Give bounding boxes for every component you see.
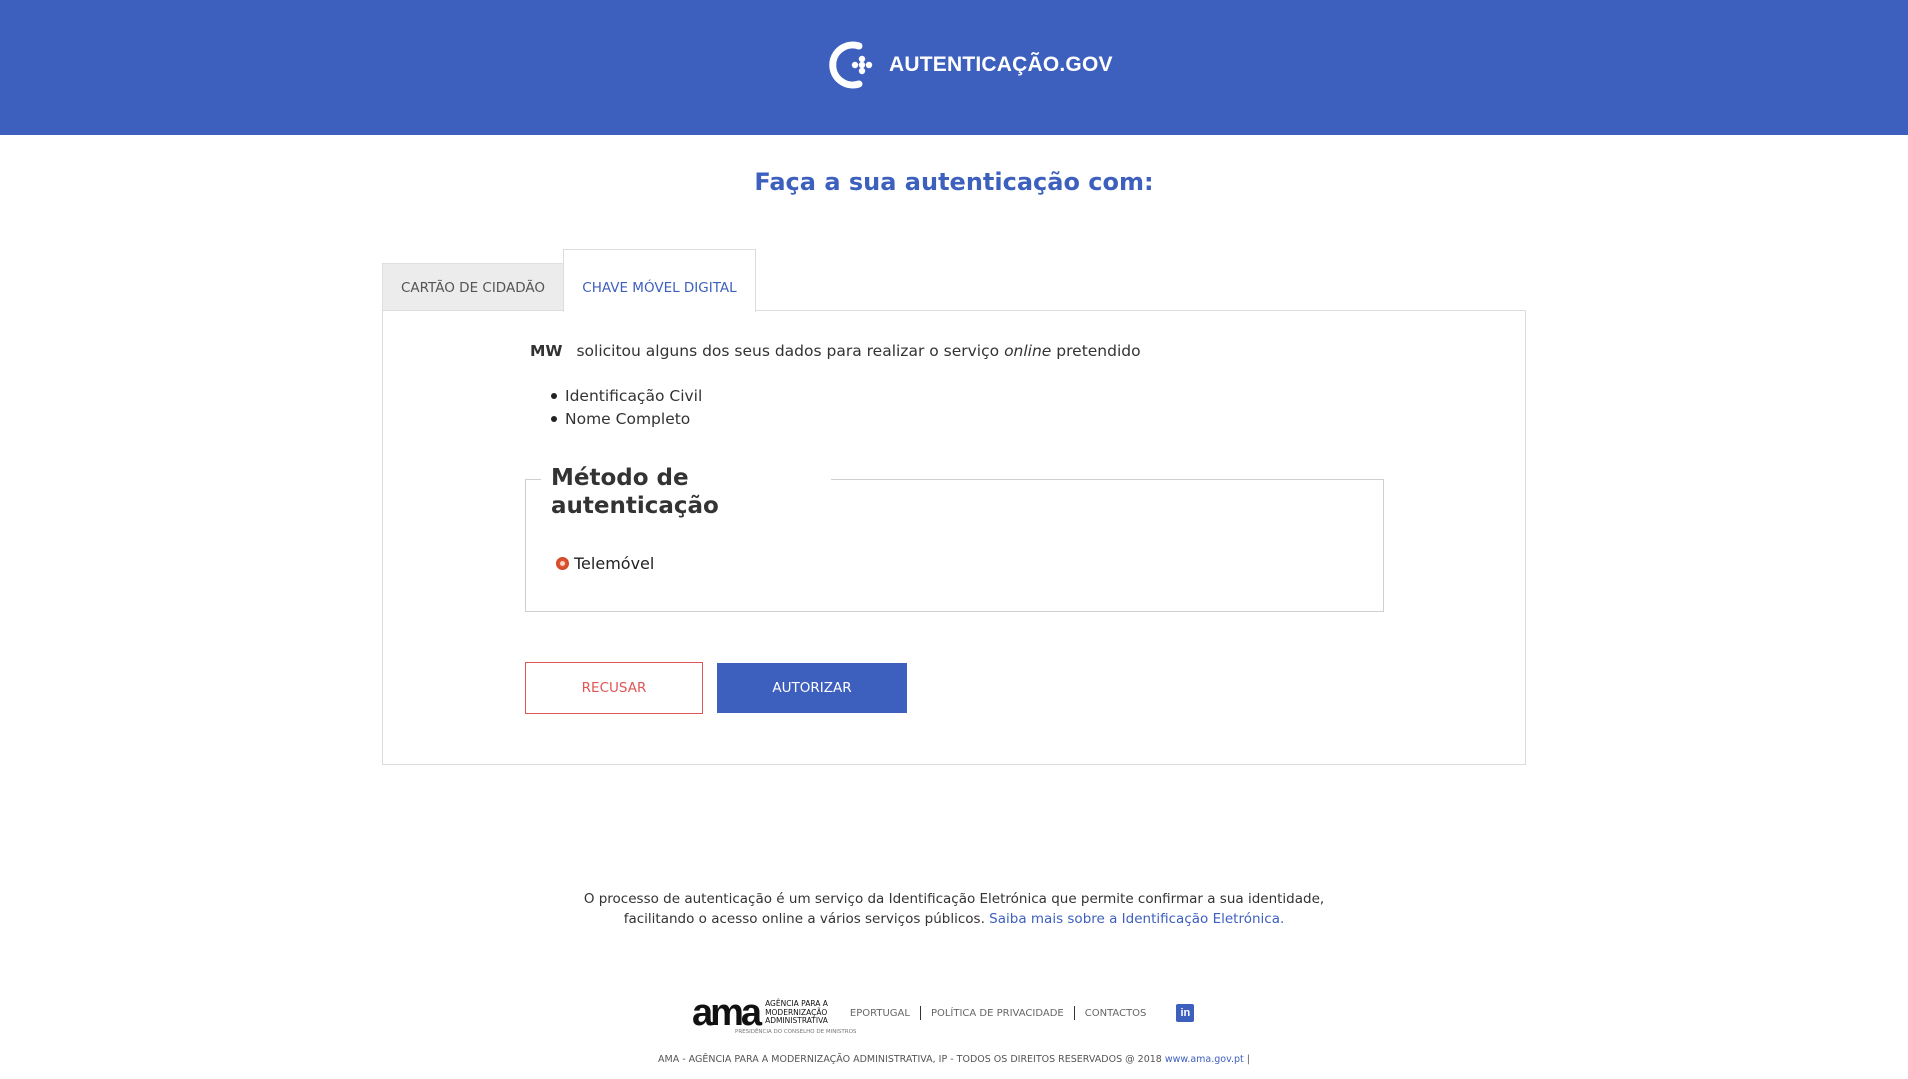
separator — [1073, 1006, 1075, 1020]
requested-data-list: Identificação Civil Nome Completo — [550, 385, 702, 431]
linkedin-icon-label: in — [1180, 1007, 1191, 1019]
top-header: AUTENTICAÇÃO.GOV — [0, 0, 1908, 135]
list-item: Identificação Civil — [550, 385, 702, 408]
radio-label: Telemóvel — [574, 554, 655, 573]
refuse-button[interactable]: RECUSAR — [525, 662, 703, 714]
refuse-button-label: RECUSAR — [581, 680, 647, 696]
ama-logo[interactable]: ama AGÊNCIA PARA A MODERNIZAÇÃO ADMINIST… — [692, 992, 856, 1035]
auth-method-legend: Método de autenticação — [541, 464, 831, 520]
ama-text-line: ADMINISTRATIVA — [765, 1016, 828, 1026]
request-text-after: pretendido — [1056, 342, 1141, 360]
info-line-2: facilitando o acesso online a vários ser… — [0, 909, 1908, 929]
footer-links: EPORTUGAL POLÍTICA DE PRIVACIDADE CONTAC… — [850, 1006, 1146, 1020]
info-line-text: facilitando o acesso online a vários ser… — [623, 911, 985, 927]
page-title: Faça a sua autenticação com: — [754, 168, 1154, 196]
copyright-text: AMA - AGÊNCIA PARA A MODERNIZAÇÃO ADMINI… — [658, 1054, 1162, 1065]
footer-link-eportugal[interactable]: EPORTUGAL — [850, 1008, 910, 1019]
footer-link-contacts[interactable]: CONTACTOS — [1085, 1008, 1147, 1019]
brand-name: AUTENTICAÇÃO.GOV — [889, 53, 1113, 76]
linkedin-icon[interactable]: in — [1176, 1004, 1195, 1022]
radio-telemovel[interactable]: Telemóvel — [556, 554, 654, 573]
info-link[interactable]: Saiba mais sobre a Identificação Eletrón… — [989, 911, 1284, 927]
separator — [919, 1006, 921, 1020]
tab-label: CARTÃO DE CIDADÃO — [401, 279, 545, 296]
copyright: AMA - AGÊNCIA PARA A MODERNIZAÇÃO ADMINI… — [0, 1054, 1908, 1065]
ama-site-link[interactable]: www.ama.gov.pt — [1165, 1054, 1244, 1065]
tab-chave-movel-digital[interactable]: CHAVE MÓVEL DIGITAL — [563, 249, 756, 312]
ama-mark: ama — [692, 992, 762, 1034]
info-line: O processo de autenticação é um serviço … — [583, 891, 1325, 907]
service-name: MW — [530, 342, 563, 360]
footer-row: ama AGÊNCIA PARA A MODERNIZAÇÃO ADMINIST… — [692, 992, 1195, 1035]
legend-line: Método de — [551, 465, 689, 491]
tab-cartao-de-cidadao[interactable]: CARTÃO DE CIDADÃO — [382, 263, 564, 311]
ama-text: AGÊNCIA PARA A MODERNIZAÇÃO ADMINISTRATI… — [765, 1000, 828, 1026]
autenticacao-gov-logo-icon — [829, 41, 873, 89]
copyright-trailing: | — [1246, 1054, 1250, 1065]
authorize-button-label: AUTORIZAR — [772, 680, 852, 696]
ama-subtext: PRESIDÊNCIA DO CONSELHO DE MINISTROS — [735, 1029, 857, 1035]
request-text-italic: online — [1004, 342, 1052, 360]
data-request-text: MW solicitou alguns dos seus dados para … — [530, 342, 1141, 360]
info-text: O processo de autenticação é um serviço … — [0, 889, 1908, 929]
request-text-before: solicitou alguns dos seus dados para rea… — [576, 342, 1000, 360]
authorize-button[interactable]: AUTORIZAR — [717, 663, 907, 713]
list-item: Nome Completo — [550, 408, 702, 431]
tab-label: CHAVE MÓVEL DIGITAL — [582, 280, 737, 296]
footer-link-privacy[interactable]: POLÍTICA DE PRIVACIDADE — [931, 1008, 1064, 1019]
radio-selected-icon[interactable] — [556, 557, 569, 570]
brand[interactable]: AUTENTICAÇÃO.GOV — [827, 38, 1113, 92]
legend-line: autenticação — [551, 493, 719, 519]
